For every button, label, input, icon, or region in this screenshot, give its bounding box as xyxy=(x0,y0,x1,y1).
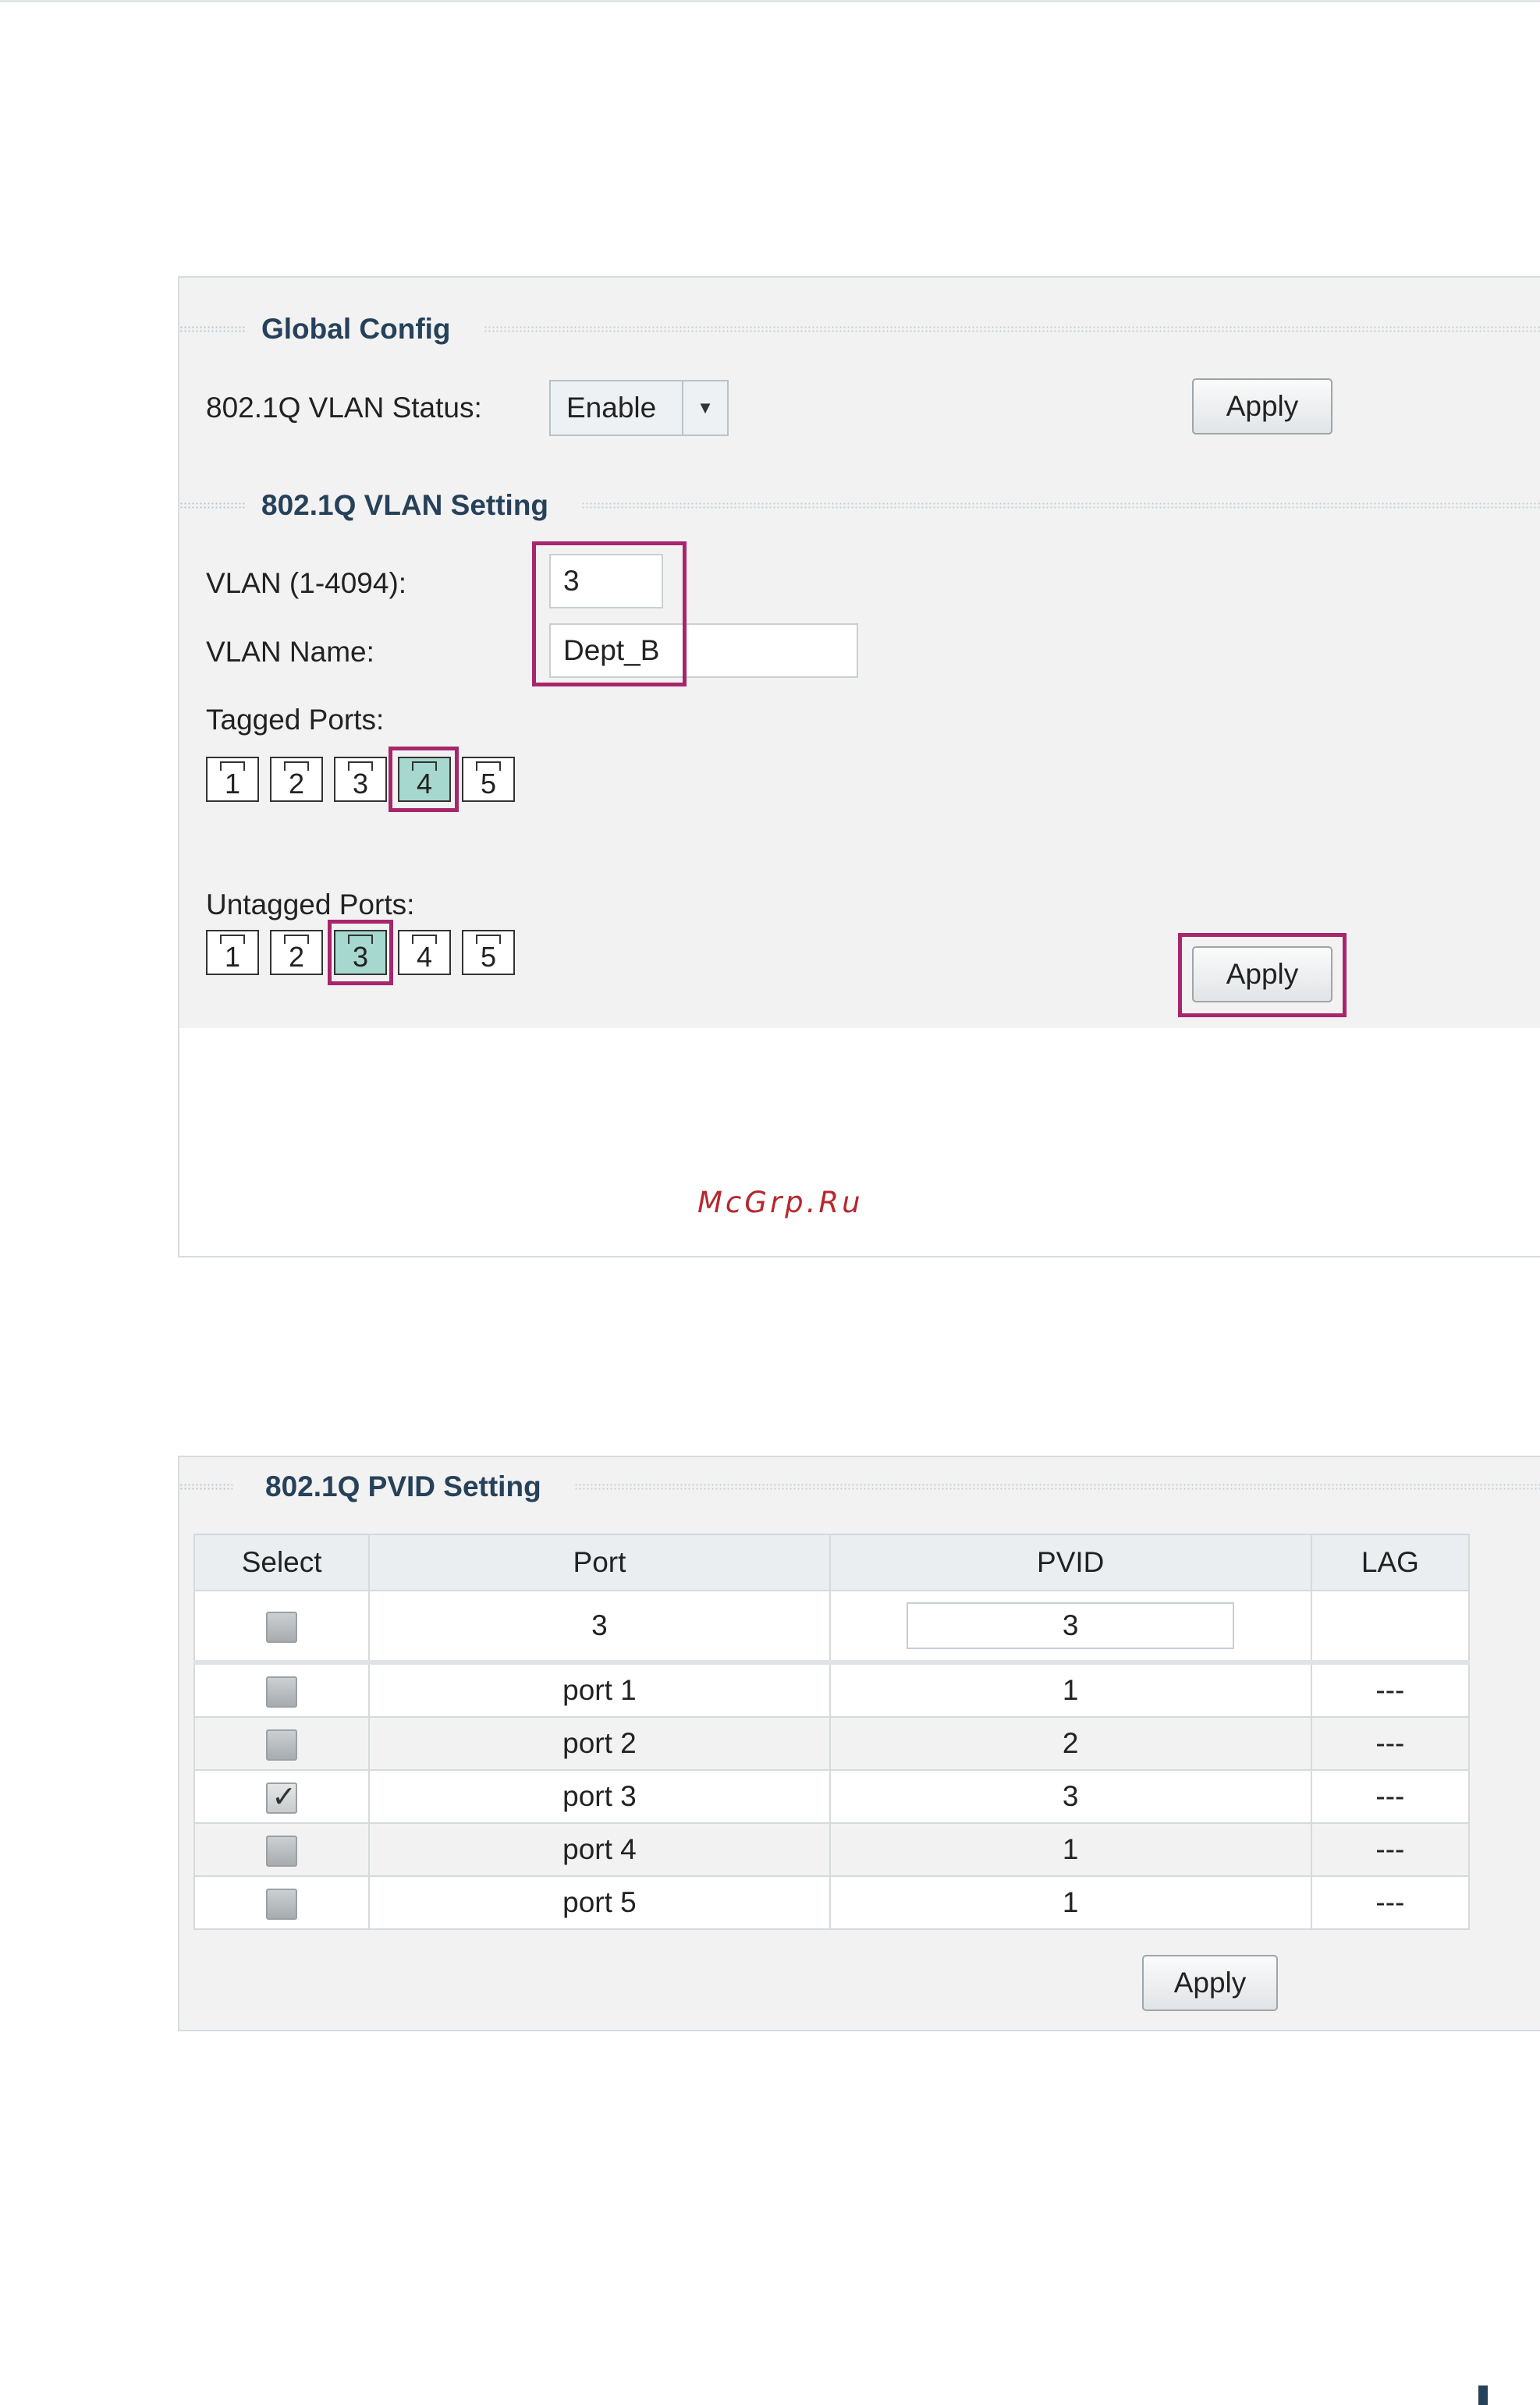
chevron-down-icon[interactable]: ▼ xyxy=(682,381,727,435)
select-cell xyxy=(193,1875,371,1930)
pvid-cell: 1 xyxy=(829,1875,1312,1930)
untagged-port-4[interactable]: 4 xyxy=(398,930,451,975)
port-number: 5 xyxy=(480,941,497,973)
row-checkbox[interactable]: ✓ xyxy=(266,1780,298,1814)
tagged-port-highlight xyxy=(389,747,459,812)
tagged-port-2[interactable]: 2 xyxy=(270,757,323,802)
pvid-cell: 3 xyxy=(829,1769,1312,1824)
pvid-cell: 1 xyxy=(829,1822,1312,1877)
untagged-port-2[interactable]: 2 xyxy=(270,930,323,975)
page-corner-mark xyxy=(1478,2385,1488,2405)
global-config-title: Global Config xyxy=(261,313,451,345)
port-number: 2 xyxy=(288,941,305,973)
apply-button-highlight xyxy=(1178,933,1347,1017)
table-row: port 5 1 --- xyxy=(193,1875,1471,1930)
select-cell xyxy=(193,1662,371,1718)
table-row: ✓ port 3 3 --- xyxy=(193,1769,1471,1824)
vlan-fields-highlight xyxy=(532,541,687,686)
tagged-port-5[interactable]: 5 xyxy=(462,757,515,802)
lag-cell: --- xyxy=(1310,1769,1471,1824)
pvid-input[interactable]: 3 xyxy=(907,1602,1235,1649)
vlan-status-value: Enable xyxy=(566,392,657,424)
title-dots-right xyxy=(573,1483,1540,1491)
pvid-title: 802.1Q PVID Setting xyxy=(265,1470,541,1502)
tagged-port-1[interactable]: 1 xyxy=(206,757,259,802)
row-checkbox[interactable] xyxy=(266,1729,298,1761)
port-cell: port 3 xyxy=(368,1769,831,1824)
port-number: 3 xyxy=(352,768,369,800)
untagged-ports-label: Untagged Ports: xyxy=(206,889,415,920)
pvid-section-title: 802.1Q PVID Setting xyxy=(179,1470,1540,1502)
vlan-config-panel: Global Config 802.1Q VLAN Status: Enable… xyxy=(178,276,1540,1257)
tagged-ports-label: Tagged Ports: xyxy=(206,704,385,736)
vlan-name-label: VLAN Name: xyxy=(206,636,374,668)
pvid-panel: 802.1Q PVID Setting Select Port PVID LAG… xyxy=(178,1456,1540,2031)
untagged-port-1[interactable]: 1 xyxy=(206,930,259,975)
port-number: 1 xyxy=(224,768,241,800)
port-cell: port 5 xyxy=(368,1875,831,1930)
title-dots-left xyxy=(179,1483,232,1491)
lag-cell: --- xyxy=(1310,1822,1471,1877)
port-cell: port 4 xyxy=(368,1822,831,1877)
column-header-pvid: PVID xyxy=(829,1534,1312,1591)
watermark-text: McGrp.Ru xyxy=(697,1186,864,1219)
vlan-status-select[interactable]: Enable ▼ xyxy=(549,380,729,436)
untagged-port-5[interactable]: 5 xyxy=(462,930,515,975)
global-config-section-title: Global Config xyxy=(179,313,1540,345)
vlan-setting-title: 802.1Q VLAN Setting xyxy=(261,489,549,521)
title-dots-right xyxy=(581,502,1540,509)
select-all-checkbox[interactable] xyxy=(266,1611,298,1643)
title-dots-left xyxy=(179,325,246,333)
port-number: 5 xyxy=(480,768,497,800)
table-header-row: Select Port PVID LAG xyxy=(193,1534,1471,1591)
pvid-table: Select Port PVID LAG 3 3 port 1 1 --- port … xyxy=(193,1534,1471,1930)
port-number: 2 xyxy=(288,768,305,800)
pvid-cell: 2 xyxy=(829,1716,1312,1771)
untagged-port-highlight xyxy=(328,920,393,985)
table-row: port 4 1 --- xyxy=(193,1822,1471,1877)
row-checkbox[interactable] xyxy=(266,1676,298,1708)
row-checkbox[interactable] xyxy=(266,1835,298,1867)
port-number: 4 xyxy=(416,941,433,973)
port-cell: port 1 xyxy=(368,1662,831,1718)
lag-cell: --- xyxy=(1310,1716,1471,1771)
lag-cell: --- xyxy=(1310,1875,1471,1930)
select-all-cell xyxy=(193,1590,371,1665)
vlan-status-label: 802.1Q VLAN Status: xyxy=(206,392,482,424)
lag-cell: --- xyxy=(1310,1662,1471,1718)
select-cell xyxy=(193,1822,371,1877)
pvid-apply-button[interactable]: Apply xyxy=(1142,1955,1278,2011)
global-apply-button[interactable]: Apply xyxy=(1192,378,1332,435)
select-cell: ✓ xyxy=(193,1769,371,1824)
edit-pvid-cell: 3 xyxy=(829,1590,1312,1665)
column-header-port: Port xyxy=(368,1534,831,1591)
table-row: port 2 2 --- xyxy=(193,1716,1471,1771)
edit-row: 3 3 xyxy=(193,1590,1471,1665)
table-row: port 1 1 --- xyxy=(193,1662,1471,1718)
select-cell xyxy=(193,1716,371,1771)
vlan-setting-section-title: 802.1Q VLAN Setting xyxy=(179,489,1540,521)
top-divider xyxy=(0,0,1540,2)
edit-port-cell: 3 xyxy=(368,1590,831,1665)
port-number: 1 xyxy=(224,941,241,973)
port-cell: port 2 xyxy=(368,1716,831,1771)
pvid-cell: 1 xyxy=(829,1662,1312,1718)
check-icon: ✓ xyxy=(271,1780,296,1814)
row-checkbox[interactable] xyxy=(266,1888,298,1920)
edit-lag-cell xyxy=(1310,1590,1471,1665)
column-header-lag: LAG xyxy=(1310,1534,1471,1591)
tagged-port-3[interactable]: 3 xyxy=(334,757,387,802)
vlan-id-label: VLAN (1-4094): xyxy=(206,567,407,599)
title-dots-right xyxy=(483,325,1540,333)
title-dots-left xyxy=(179,502,246,509)
column-header-select: Select xyxy=(193,1534,371,1591)
